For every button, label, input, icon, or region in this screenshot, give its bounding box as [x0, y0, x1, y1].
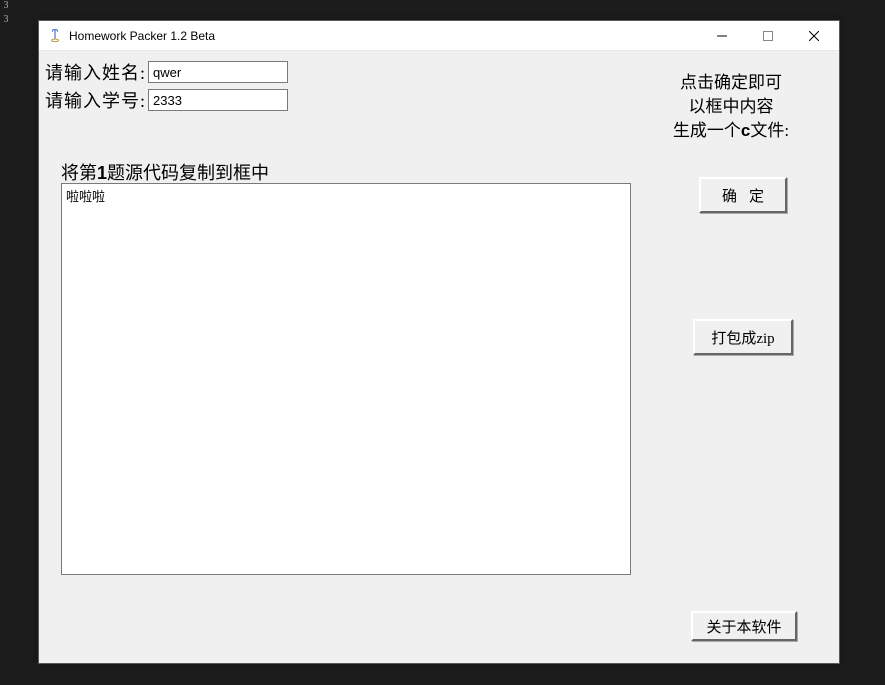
id-input[interactable]	[148, 89, 288, 111]
name-row: 请输入姓名:	[45, 59, 288, 85]
instruction-line2: 以框中内容	[651, 95, 811, 119]
side-panel: 3 3	[0, 0, 12, 26]
window-controls	[699, 21, 837, 50]
window-content: 请输入姓名: 请输入学号: 点击确定即可 以框中内容 生成一个c文件: 将第1题…	[39, 51, 839, 663]
app-icon	[47, 28, 63, 44]
side-tab-1: 3	[0, 0, 12, 12]
instruction-text: 点击确定即可 以框中内容 生成一个c文件:	[651, 71, 811, 143]
close-button[interactable]	[791, 21, 837, 51]
code-label: 将第1题源代码复制到框中	[61, 159, 269, 185]
instruction-line3: 生成一个c文件:	[651, 119, 811, 143]
minimize-button[interactable]	[699, 21, 745, 51]
name-label: 请输入姓名:	[45, 59, 146, 85]
window-title: Homework Packer 1.2 Beta	[69, 29, 699, 43]
maximize-button[interactable]	[745, 21, 791, 51]
id-row: 请输入学号:	[45, 87, 288, 113]
about-button[interactable]: 关于本软件	[691, 611, 797, 641]
confirm-button[interactable]: 确定	[699, 177, 787, 213]
code-textarea[interactable]	[61, 183, 631, 575]
side-tab-2: 3	[0, 14, 12, 26]
zip-button[interactable]: 打包成zip	[693, 319, 793, 355]
id-label: 请输入学号:	[45, 87, 146, 113]
titlebar: Homework Packer 1.2 Beta	[39, 21, 839, 51]
instruction-line1: 点击确定即可	[651, 71, 811, 95]
name-input[interactable]	[148, 61, 288, 83]
main-window: Homework Packer 1.2 Beta 请输入姓名: 请输入学号: 点…	[38, 20, 840, 664]
